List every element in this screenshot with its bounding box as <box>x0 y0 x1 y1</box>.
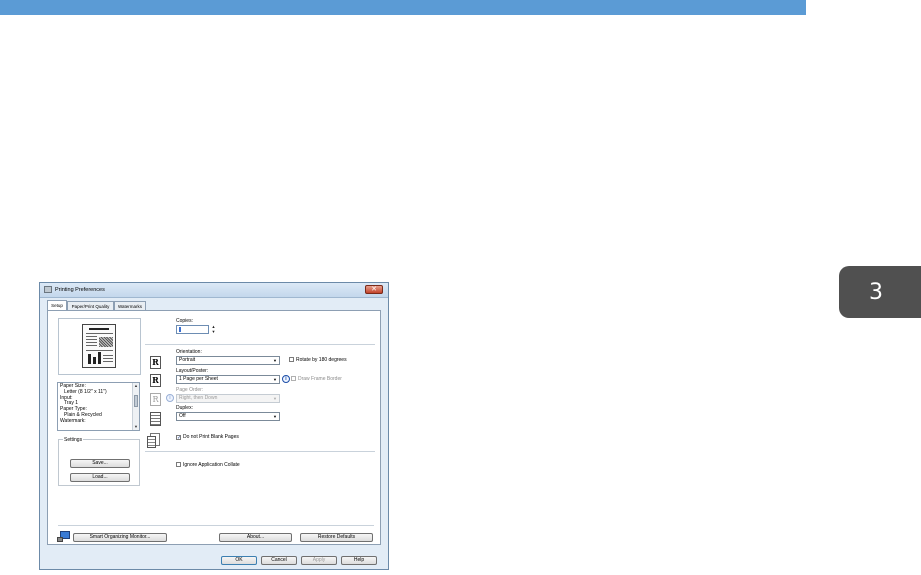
frame-border-box[interactable] <box>291 376 296 381</box>
smart-organizing-monitor-button[interactable]: Smart Organizing Monitor... <box>73 533 167 542</box>
chevron-down-icon: ▼ <box>273 377 277 382</box>
orientation-select[interactable]: Portrait ▼ <box>176 356 280 365</box>
printer-icon <box>44 286 52 293</box>
layout-icon: R <box>150 374 161 387</box>
stepper-down-icon[interactable]: ▼ <box>211 329 216 335</box>
settings-group: Settings Save... Load... <box>58 437 140 486</box>
tab-watermarks[interactable]: Watermarks <box>114 301 146 310</box>
duplex-label: Duplex: <box>176 405 193 411</box>
duplex-icon <box>150 412 161 426</box>
divider <box>58 525 374 526</box>
chapter-number: 3 <box>869 279 883 305</box>
setup-panel: Paper Size: Letter (8 1/2" x 11") Input: Tr… <box>47 310 381 545</box>
blank-page-icon-front <box>147 436 156 448</box>
tab-setup[interactable]: Setup <box>47 300 67 310</box>
apply-button[interactable]: Apply <box>301 556 337 565</box>
rotate-checkbox[interactable]: Rotate by 180 degrees <box>289 357 347 364</box>
help-button[interactable]: Help <box>341 556 377 565</box>
collate-label: Ignore Application Collate <box>183 462 240 468</box>
close-icon: ✕ <box>371 286 377 293</box>
page-thumbnail <box>82 324 116 368</box>
summary-line: Watermark: <box>60 417 86 424</box>
info-icon[interactable]: i <box>282 375 290 383</box>
page-order-info-icon: i <box>166 394 174 402</box>
blank-pages-box[interactable]: ✓ <box>176 435 181 441</box>
layout-select[interactable]: 1 Page per Sheet ▼ <box>176 375 280 384</box>
chevron-down-icon: ▼ <box>273 358 277 363</box>
monitor-icon <box>57 531 71 543</box>
about-button[interactable]: About... <box>219 533 292 542</box>
divider <box>145 344 375 345</box>
save-button[interactable]: Save... <box>70 459 130 468</box>
layout-value: 1 Page per Sheet <box>179 376 218 382</box>
blank-pages-label: Do not Print Blank Pages <box>183 434 239 440</box>
page-order-value: Right, then Down <box>179 395 218 401</box>
duplex-value: Off <box>179 413 186 419</box>
layout-label: Layout/Poster: <box>176 368 209 374</box>
title-bar[interactable]: Printing Preferences ✕ <box>40 283 388 298</box>
scroll-thumb[interactable] <box>134 395 138 407</box>
orientation-label: Orientation: <box>176 349 202 355</box>
close-button[interactable]: ✕ <box>365 285 383 294</box>
tab-paper-print-quality[interactable]: Paper/Print Quality <box>67 301 114 310</box>
scroll-up-icon[interactable]: ▲ <box>134 384 138 388</box>
chevron-down-icon: ▼ <box>273 414 277 419</box>
page-preview <box>58 318 141 375</box>
preview-image-icon <box>99 337 113 347</box>
copies-stepper[interactable]: ▲ ▼ <box>211 324 216 335</box>
chapter-tab: 3 <box>839 266 921 318</box>
chevron-down-icon: ▼ <box>273 396 277 401</box>
rotate-label: Rotate by 180 degrees <box>296 357 347 363</box>
copies-label: Copies: <box>176 318 193 324</box>
blank-pages-checkbox[interactable]: ✓ Do not Print Blank Pages <box>176 434 239 441</box>
divider <box>145 451 375 452</box>
settings-summary-list[interactable]: Paper Size: Letter (8 1/2" x 11") Input: Tr… <box>57 382 140 431</box>
duplex-select[interactable]: Off ▼ <box>176 412 280 421</box>
page-order-label: Page Order: <box>176 387 204 393</box>
rotate-box[interactable] <box>289 357 294 362</box>
restore-defaults-button[interactable]: Restore Defaults <box>300 533 373 542</box>
copies-caret <box>179 327 181 332</box>
page-order-select: Right, then Down ▼ <box>176 394 280 403</box>
copies-input[interactable]: 1 <box>176 325 209 334</box>
summary-scrollbar[interactable]: ▲ ▼ <box>132 383 139 430</box>
page-header-bar <box>0 0 806 15</box>
page-order-icon: R <box>150 393 161 406</box>
window-title: Printing Preferences <box>55 287 105 293</box>
load-button[interactable]: Load... <box>70 473 130 482</box>
frame-border-checkbox[interactable]: Draw Frame Border <box>291 376 342 383</box>
ok-button[interactable]: OK <box>221 556 257 565</box>
scroll-down-icon[interactable]: ▼ <box>134 425 138 429</box>
printing-preferences-dialog: Printing Preferences ✕ Setup Paper/Print… <box>39 282 389 570</box>
cancel-button[interactable]: Cancel <box>261 556 297 565</box>
frame-border-label: Draw Frame Border <box>298 376 342 382</box>
collate-box[interactable] <box>176 462 181 467</box>
collate-checkbox[interactable]: Ignore Application Collate <box>176 462 240 469</box>
orientation-value: Portrait <box>179 357 196 363</box>
settings-label: Settings <box>63 437 84 443</box>
portrait-icon: R <box>150 356 161 369</box>
